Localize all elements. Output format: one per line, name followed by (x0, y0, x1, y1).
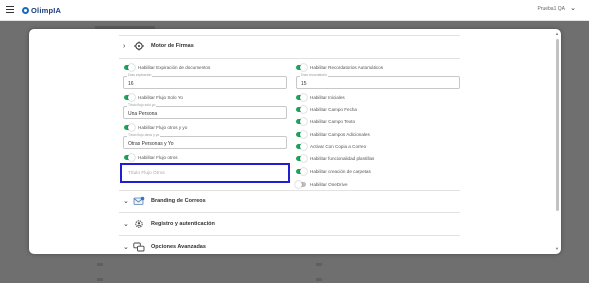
logo-mark-icon (22, 6, 29, 14)
logo-text: OlimpIA (31, 5, 62, 15)
toggle-row-campos-adicionales[interactable]: Habilitar Campos Adicionales (296, 130, 370, 138)
toggle-row-carpetas[interactable]: Habilitar creación de carpetas (296, 167, 371, 175)
user-name[interactable]: Prueba1 QA (537, 6, 565, 12)
toggle-row-solo-yo[interactable]: Habilitar Flujo Solo Yo (124, 93, 183, 101)
field-value: 16 (128, 81, 134, 87)
section-branding-correos[interactable]: ⌄ Branding de Correos (123, 195, 206, 207)
field-label: Días recordatorio (300, 73, 329, 77)
toggle-row-copia-correo[interactable]: Activar Con Copia a Correo (296, 142, 366, 150)
toggle-row-expiracion[interactable]: Habilitar Expiración de documentos (124, 63, 210, 71)
toggle-label: Habilitar OneDrive (310, 181, 348, 187)
toggle-switch[interactable] (296, 105, 307, 113)
section-registro-autenticacion[interactable]: ⌄ Registro y autenticación (123, 218, 215, 230)
chevron-down-icon[interactable]: ⌄ (570, 5, 576, 13)
toggle-label: Habilitar funcionalidad plantillas (310, 155, 375, 161)
toggle-switch[interactable] (296, 154, 307, 162)
toggle-switch[interactable] (124, 123, 135, 131)
scrollbar-thumb[interactable] (556, 39, 559, 211)
chevron-right-icon[interactable]: › (123, 43, 130, 50)
toggle-switch[interactable] (296, 63, 307, 71)
toggle-switch[interactable] (124, 153, 135, 161)
toggle-label: Habilitar creación de carpetas (310, 168, 371, 174)
toggle-row-plantillas[interactable]: Habilitar funcionalidad plantillas (296, 154, 374, 162)
titulo-otros-y-yo-field[interactable]: Título flujo otros y yo Otras Personas y… (123, 133, 287, 149)
dias-recordatorio-field[interactable]: Días recordatorio 15 (296, 73, 460, 89)
chevron-down-icon[interactable]: ⌄ (123, 244, 130, 251)
gear-person-icon (133, 219, 145, 229)
toggle-label: Habilitar Campo Fecha (310, 106, 357, 112)
toggle-label: Habilitar Flujo Solo Yo (138, 94, 183, 100)
field-label: Días expiración (127, 73, 153, 77)
toggle-label: Habilitar Expiración de documentos (138, 64, 211, 70)
section-motor-firmas[interactable]: › Motor de Firmas (123, 40, 194, 52)
field-label: Título flujo solo yo (127, 103, 157, 107)
toggle-label: Habilitar Campo Texto (310, 118, 356, 124)
section-title: Opciones Avanzadas (151, 244, 206, 250)
background-row (97, 278, 103, 281)
scroll-up-icon[interactable]: ▲ (555, 32, 559, 36)
background-row (97, 263, 103, 266)
titulo-solo-yo-field[interactable]: Título flujo solo yo Una Persona (123, 103, 287, 119)
toggle-row-campo-texto[interactable]: Habilitar Campo Texto (296, 117, 355, 125)
section-opciones-avanzadas[interactable]: ⌄ Opciones Avanzadas (123, 241, 206, 253)
hamburger-icon[interactable] (6, 6, 14, 14)
section-title: Registro y autenticación (151, 221, 215, 227)
modal-scrollbar[interactable]: ▲ ▼ (555, 32, 559, 251)
toggle-label: Habilitar Recordatorios Automáticos (310, 64, 384, 70)
field-value: 15 (301, 81, 307, 87)
toggle-label: Habilitar Flujo otros y yo (138, 124, 188, 130)
signature-engine-icon (133, 41, 145, 51)
toggle-switch[interactable] (295, 180, 306, 188)
section-divider (119, 35, 460, 36)
mail-icon (133, 196, 145, 206)
toggle-label: Habilitar Flujo otros (138, 154, 178, 160)
toggle-switch[interactable] (296, 142, 307, 150)
chevron-down-icon[interactable]: ⌄ (123, 221, 130, 228)
scroll-down-icon[interactable]: ▼ (555, 247, 559, 251)
section-divider (119, 212, 460, 213)
top-app-bar: OlimpIA Prueba1 QA ⌄ (0, 0, 589, 21)
field-value: Una Persona (128, 111, 158, 117)
toggle-label: Habilitar Campos Adicionales (310, 131, 370, 137)
background-row (316, 263, 322, 266)
toggle-switch[interactable] (124, 63, 135, 71)
app-logo[interactable]: OlimpIA (22, 5, 61, 15)
dias-expiracion-field[interactable]: Días expiración 16 (123, 73, 287, 89)
field-value: Otras Personas y Yo (128, 141, 174, 147)
section-divider (119, 235, 460, 236)
toggle-switch[interactable] (124, 93, 135, 101)
toggle-switch[interactable] (296, 93, 307, 101)
toggle-switch[interactable] (296, 117, 307, 125)
section-divider (119, 58, 460, 59)
section-title: Motor de Firmas (151, 43, 194, 49)
field-label: Título flujo otros y yo (127, 133, 161, 137)
toggle-switch[interactable] (296, 130, 307, 138)
toggle-row-iniciales[interactable]: Habilitar Iniciales (296, 93, 345, 101)
chevron-down-icon[interactable]: ⌄ (123, 198, 130, 205)
toggle-row-otros[interactable]: Habilitar Flujo otros (124, 153, 178, 161)
toggle-label: Habilitar Iniciales (310, 94, 345, 100)
toggle-row-onedrive[interactable]: Habilitar OneDrive (295, 180, 348, 188)
section-divider (119, 190, 460, 191)
toggle-row-otros-y-yo[interactable]: Habilitar Flujo otros y yo (124, 123, 187, 131)
focus-highlight (120, 163, 290, 183)
chat-bubbles-icon (133, 242, 145, 252)
toggle-row-campo-fecha[interactable]: Habilitar Campo Fecha (296, 105, 357, 113)
toggle-label: Activar Con Copia a Correo (310, 143, 367, 149)
toggle-row-recordatorios[interactable]: Habilitar Recordatorios Automáticos (296, 63, 383, 71)
section-title: Branding de Correos (151, 198, 206, 204)
background-row (316, 278, 322, 281)
settings-modal: ▲ ▼ › Motor de Firmas Habilitar Expiraci… (29, 29, 561, 254)
toggle-switch[interactable] (296, 167, 307, 175)
